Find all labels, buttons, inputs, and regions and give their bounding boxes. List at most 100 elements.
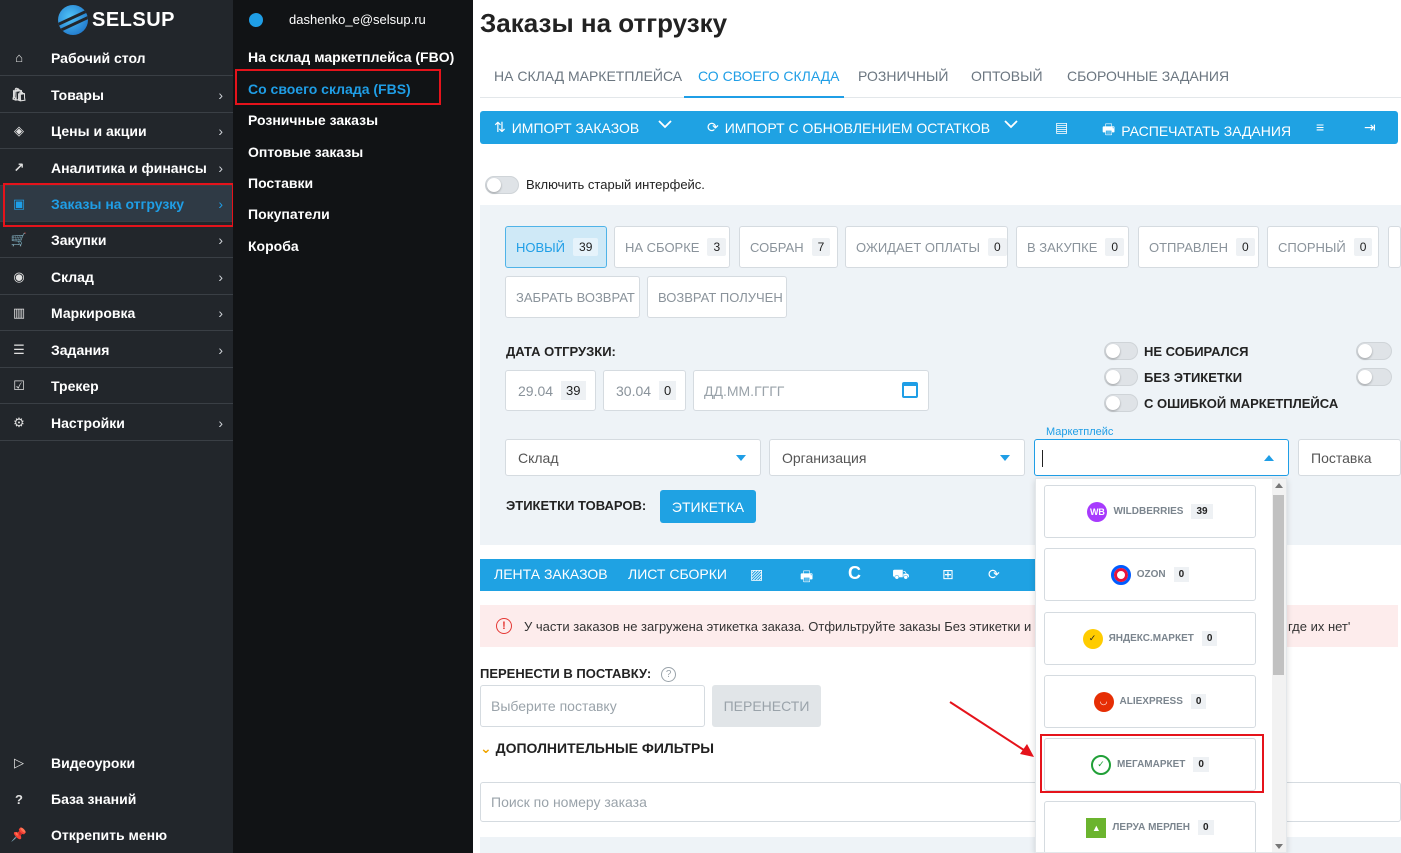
list-view-button[interactable]: ▤ (1055, 119, 1074, 136)
status-assembled-button[interactable]: СОБРАН 7 (739, 226, 838, 268)
sidebar-item-settings[interactable]: ⚙ Настройки › (0, 405, 233, 441)
status-count: 0 (1235, 238, 1255, 256)
no-label-toggle[interactable] (1104, 368, 1138, 386)
sidebar-item-purchases[interactable]: 🛒 Закупки › (0, 222, 233, 258)
tab-retail[interactable]: РОЗНИЧНЫЙ (858, 68, 948, 84)
c-logo-icon[interactable]: C (848, 563, 861, 584)
sort-button[interactable]: ≡ (1316, 119, 1330, 135)
marketplace-option-aliexpress[interactable]: ◡ ALIEXPRESS 0 (1044, 675, 1256, 728)
sidebar-item-tasks[interactable]: ☰ Задания › (0, 332, 233, 368)
marketplace-error-toggle[interactable] (1104, 394, 1138, 412)
calendar-icon[interactable] (902, 382, 918, 398)
import-dropdown-button[interactable] (658, 119, 672, 129)
assembly-sheet-button[interactable]: ЛИСТ СБОРКИ (628, 566, 727, 582)
status-disputed-button[interactable]: СПОРНЫЙ 0 (1267, 226, 1379, 268)
chevron-down-icon (658, 120, 672, 129)
date-button-2904[interactable]: 29.04 39 (505, 370, 596, 411)
label-button[interactable]: ЭТИКЕТКА (660, 490, 756, 523)
ozon-logo-icon (1110, 564, 1131, 585)
import-orders-button[interactable]: ⇅ ИМПОРТ ЗАКАЗОВ (494, 119, 639, 136)
help-icon[interactable]: ? (661, 667, 677, 683)
tag-icon: ◈ (14, 122, 24, 138)
orders-feed-button[interactable]: ЛЕНТА ЗАКАЗОВ (494, 566, 608, 582)
pdf-icon[interactable]: ▨ (750, 566, 763, 583)
date-button-3004[interactable]: 30.04 0 (603, 370, 686, 411)
submenu-item-supplies[interactable]: Поставки (248, 175, 313, 191)
ship-date-label: ДАТА ОТГРУЗКИ: (506, 344, 616, 359)
marketplace-option-wildberries[interactable]: WB WILDBERRIES 39 (1044, 485, 1256, 538)
not-assembled-toggle[interactable] (1104, 342, 1138, 360)
status-pickup-return-button[interactable]: ЗАБРАТЬ ВОЗВРАТ (505, 276, 640, 318)
import-update-dropdown-button[interactable] (1004, 119, 1018, 129)
basket-icon[interactable]: ⊞ (942, 566, 954, 583)
export-button[interactable]: ⇥ (1364, 119, 1382, 136)
sidebar-item-marking[interactable]: ▥ Маркировка › (0, 295, 233, 331)
tab-fbs[interactable]: СО СВОЕГО СКЛАДА (698, 68, 839, 84)
sidebar-item-products[interactable]: 🛍 Товары › (0, 77, 233, 113)
status-count: 7 (811, 238, 831, 256)
marketplace-option-leroy-merlin[interactable]: ▲ ЛЕРУА МЕРЛЕН 0 (1044, 801, 1256, 852)
submenu-item-fbo[interactable]: На склад маркетплейса (FBO) (248, 49, 454, 65)
sidebar-item-label: Видеоуроки (51, 755, 136, 771)
status-assembling-button[interactable]: НА СБОРКЕ 3 (614, 226, 730, 268)
sidebar-item-warehouse[interactable]: ◉ Склад › (0, 259, 233, 295)
extra-filters-toggle[interactable]: ⌄ ДОПОЛНИТЕЛЬНЫЕ ФИЛЬТРЫ (480, 740, 714, 757)
printer-icon[interactable]: 🖶 (800, 566, 813, 590)
old-interface-toggle[interactable] (485, 176, 519, 194)
highlight-box-fbs (235, 69, 441, 105)
sidebar-item-video[interactable]: ▷ Видеоуроки (0, 745, 233, 781)
scroll-up-icon[interactable] (1275, 483, 1283, 488)
organization-select-value: Организация (782, 449, 867, 466)
date-placeholder: ДД.ММ.ГГГГ (704, 382, 785, 399)
status-in-purchase-button[interactable]: В ЗАКУПКЕ 0 (1016, 226, 1129, 268)
tab-assembly-tasks[interactable]: СБОРОЧНЫЕ ЗАДАНИЯ (1067, 68, 1229, 84)
supply-select[interactable]: Поставка (1298, 439, 1401, 476)
status-count: 39 (573, 238, 599, 256)
sidebar-item-knowledge[interactable]: ? База знаний (0, 781, 233, 817)
marketplace-option-yandex-market[interactable]: ✓ ЯНДЕКС.МАРКЕТ 0 (1044, 612, 1256, 665)
submenu-item-wholesale[interactable]: Оптовые заказы (248, 144, 363, 160)
calendar-check-icon: ☑ (13, 377, 25, 393)
double-chevron-down-icon: ⌄ (480, 740, 492, 756)
marketplace-count: 39 (1191, 504, 1213, 519)
tab-fbo[interactable]: НА СКЛАД МАРКЕТПЛЕЙСА (494, 68, 682, 84)
tab-wholesale[interactable]: ОПТОВЫЙ (971, 68, 1043, 84)
scroll-thumb[interactable] (1273, 495, 1284, 675)
supply-select-input[interactable]: Выберите поставку (480, 685, 705, 727)
date-picker-input[interactable]: ДД.ММ.ГГГГ (693, 370, 929, 411)
sidebar-item-label: Цены и акции (51, 122, 147, 139)
orders-toolbar: ⇅ ИМПОРТ ЗАКАЗОВ ⟳ ИМПОРТ С ОБНОВЛЕНИЕМ … (480, 111, 1398, 144)
marketplace-option-ozon[interactable]: OZON 0 (1044, 548, 1256, 601)
scroll-down-icon[interactable] (1275, 844, 1283, 849)
submenu-item-boxes[interactable]: Короба (248, 238, 299, 254)
refresh-icon[interactable]: ⟳ (988, 566, 1000, 583)
status-awaiting-payment-button[interactable]: ОЖИДАЕТ ОПЛАТЫ 0 (845, 226, 1008, 268)
status-label: В ЗАКУПКЕ (1027, 239, 1098, 255)
transfer-button[interactable]: ПЕРЕНЕСТИ (712, 685, 821, 727)
supply-select-value: Поставка (1311, 449, 1372, 466)
organization-select[interactable]: Организация (769, 439, 1025, 476)
extra-toggle-2[interactable] (1356, 368, 1392, 386)
sidebar-item-desktop[interactable]: ⌂ Рабочий стол (0, 40, 233, 76)
submenu-item-customers[interactable]: Покупатели (248, 206, 330, 222)
extra-toggle-1[interactable] (1356, 342, 1392, 360)
submenu-item-retail[interactable]: Розничные заказы (248, 112, 378, 128)
sidebar-item-analytics[interactable]: ↗ Аналитика и финансы › (0, 150, 233, 186)
sidebar-item-unpin[interactable]: 📌 Открепить меню (0, 817, 233, 853)
status-return-received-button[interactable]: ВОЗВРАТ ПОЛУЧЕН (647, 276, 787, 318)
sidebar-item-prices[interactable]: ◈ Цены и акции › (0, 113, 233, 149)
order-search-placeholder: Поиск по номеру заказа (491, 794, 647, 810)
logo[interactable]: SELSUP (58, 4, 175, 36)
sidebar-item-tracker[interactable]: ☑ Трекер (0, 368, 233, 404)
user-account[interactable]: dashenko_e@selsup.ru (249, 12, 426, 27)
truck-icon[interactable]: ⛟ (892, 566, 910, 585)
print-tasks-button[interactable]: 🖶 РАСПЕЧАТАТЬ ЗАДАНИЯ (1102, 119, 1291, 143)
dropdown-scrollbar[interactable] (1272, 479, 1286, 852)
status-new-button[interactable]: НОВЫЙ 39 (505, 226, 607, 268)
marketplace-select[interactable] (1034, 439, 1289, 476)
status-shipped-button[interactable]: ОТПРАВЛЕН 0 (1138, 226, 1259, 268)
status-count: 0 (1105, 238, 1125, 256)
import-update-stock-button[interactable]: ⟳ ИМПОРТ С ОБНОВЛЕНИЕМ ОСТАТКОВ (707, 119, 990, 136)
warehouse-select[interactable]: Склад (505, 439, 761, 476)
status-more-button[interactable] (1388, 226, 1401, 268)
